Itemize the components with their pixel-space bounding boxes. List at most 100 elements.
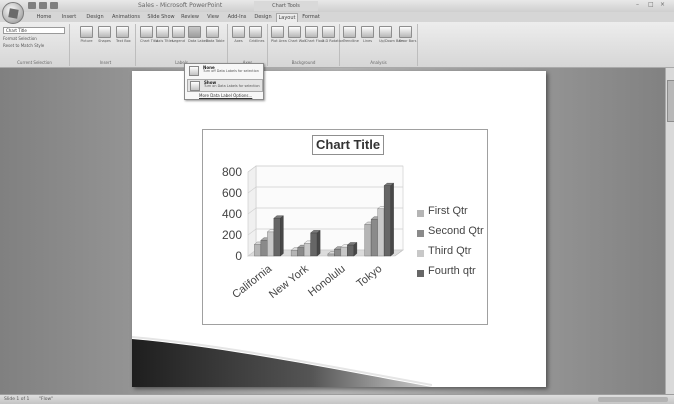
up-down-bars-icon: [379, 26, 392, 38]
bar-front: [290, 250, 298, 257]
menu-item-description: Turn off Data Labels for selection: [203, 69, 259, 73]
theme-name: "Flow": [38, 397, 54, 402]
tab-slide-show[interactable]: Slide Show: [146, 13, 176, 22]
bar-front: [260, 240, 268, 257]
minimize-icon[interactable]: –: [636, 2, 644, 8]
trendline-icon: [343, 26, 356, 38]
tab-insert[interactable]: Insert: [58, 13, 80, 22]
axes-button[interactable]: Axes: [232, 26, 245, 43]
data-table-icon: [206, 26, 219, 38]
chart-floor-button[interactable]: Chart Floor: [305, 26, 324, 43]
3d-rotation-icon: [322, 26, 335, 38]
error-bars-button[interactable]: Error Bars: [399, 26, 416, 43]
tab-layout[interactable]: Layout: [276, 13, 298, 22]
legend-label: Fourth qtr: [428, 265, 476, 277]
chart-title-button[interactable]: Chart Title: [140, 26, 158, 43]
bar-front: [334, 248, 342, 257]
chart-floor-icon: [305, 26, 318, 38]
tab-add-ins[interactable]: Add-Ins: [225, 13, 249, 22]
bar-side: [353, 242, 358, 257]
tab-review[interactable]: Review: [179, 13, 201, 22]
axes-icon: [232, 26, 245, 38]
chart-title[interactable]: Chart Title: [312, 135, 385, 155]
picture-icon: [80, 26, 93, 38]
legend-icon: [172, 26, 185, 38]
bar-front: [297, 247, 305, 257]
menu-item-description: Turn on Data Labels for selection: [204, 84, 260, 88]
legend-button[interactable]: Legend: [172, 26, 185, 43]
data-labels-icon: [188, 26, 201, 38]
chart-frame[interactable]: 0 200 400 600 800 California New York Honolulu T…: [202, 129, 488, 325]
menu-item-show[interactable]: Show Turn on Data Labels for selection: [187, 79, 263, 92]
y-tick-label: 0: [235, 249, 242, 263]
data-labels-show-icon: [190, 81, 200, 91]
tab-design[interactable]: Design: [84, 13, 106, 22]
bar-front: [273, 217, 281, 257]
format-selection-button[interactable]: Format Selection: [3, 36, 37, 41]
3d-rotation-button[interactable]: 3-D Rotation: [322, 26, 344, 43]
undo-icon[interactable]: [39, 2, 47, 9]
data-table-button[interactable]: Data Table: [206, 26, 225, 43]
trendline-button[interactable]: Trendline: [343, 26, 359, 43]
chart-elements-dropdown[interactable]: Chart Title: [3, 27, 65, 34]
text-box-button[interactable]: Text Box: [116, 26, 131, 43]
y-tick-label: 800: [222, 165, 242, 179]
group-label: Background: [291, 60, 316, 65]
window-controls: – □ ×: [636, 2, 668, 8]
title-bar: Sales - Microsoft PowerPoint Chart Tools…: [0, 0, 674, 12]
picture-button[interactable]: Picture: [80, 26, 93, 43]
slide-decoration-swoosh: [132, 336, 432, 387]
bar-front: [370, 219, 378, 257]
tab-chart-design[interactable]: Design: [252, 13, 274, 22]
group-axes: Axes Gridlines Axes: [228, 24, 268, 66]
group-current-selection: Chart Title Format Selection Reset to Ma…: [0, 24, 70, 66]
data-labels-button[interactable]: Data Labels: [188, 26, 209, 43]
shapes-button[interactable]: Shapes: [98, 26, 111, 43]
bar-side: [280, 215, 284, 257]
axis-titles-button[interactable]: Axis Titles: [156, 26, 174, 43]
bar-front: [383, 185, 391, 257]
save-icon[interactable]: [28, 2, 36, 9]
window-title: Sales - Microsoft PowerPoint: [138, 2, 223, 9]
chart-wall-icon: [288, 26, 301, 38]
tab-home[interactable]: Home: [33, 13, 55, 22]
lines-button[interactable]: Lines: [361, 26, 374, 43]
bar-front: [303, 243, 311, 257]
tab-format[interactable]: Format: [300, 13, 322, 22]
legend-swatch: [417, 230, 424, 237]
tab-animations[interactable]: Animations: [110, 13, 142, 22]
reset-to-match-style-button[interactable]: Reset to Match Style: [3, 43, 44, 48]
plot-area-button[interactable]: Plot Area: [271, 26, 287, 43]
slide-indicator: Slide 1 of 1: [4, 397, 30, 402]
group-label: Analysis: [370, 60, 387, 65]
chart-wall-button[interactable]: Chart Wall: [288, 26, 306, 43]
bar-front: [377, 208, 385, 257]
maximize-icon[interactable]: □: [648, 2, 656, 8]
ribbon: Chart Title Format Selection Reset to Ma…: [0, 22, 674, 68]
bar-side: [390, 182, 394, 257]
more-data-label-options-link[interactable]: More Data Label Options...: [199, 93, 252, 98]
legend-label: Third Qtr: [428, 245, 472, 257]
ribbon-tabs: Home Insert Design Animations Slide Show…: [0, 12, 674, 22]
group-label: Insert: [99, 60, 112, 65]
legend-label: Second Qtr: [428, 225, 484, 237]
gridlines-button[interactable]: Gridlines: [249, 26, 265, 43]
group-label: Current Selection: [17, 60, 52, 65]
redo-icon[interactable]: [50, 2, 58, 9]
bar-front: [347, 244, 355, 257]
menu-item-none[interactable]: None Turn off Data Labels for selection: [187, 65, 263, 78]
close-icon[interactable]: ×: [660, 2, 668, 8]
slide[interactable]: 0 200 400 600 800 California New York Honolulu T…: [132, 71, 546, 387]
group-background: Plot Area Chart Wall Chart Floor 3-D Rot…: [268, 24, 344, 66]
up-down-bars-button[interactable]: Up/Down Bars: [379, 26, 404, 43]
legend-swatch: [417, 210, 424, 217]
vertical-scrollbar[interactable]: [665, 68, 674, 394]
group-analysis: Trendline Lines Up/Down Bars Error Bars …: [340, 24, 418, 66]
tab-view[interactable]: View: [204, 13, 222, 22]
zoom-slider[interactable]: [598, 397, 668, 402]
legend-swatch: [417, 250, 424, 257]
data-labels-none-icon: [189, 66, 199, 76]
office-button[interactable]: [2, 2, 24, 24]
quick-access-toolbar: [28, 2, 58, 9]
legend-label: First Qtr: [428, 205, 468, 217]
